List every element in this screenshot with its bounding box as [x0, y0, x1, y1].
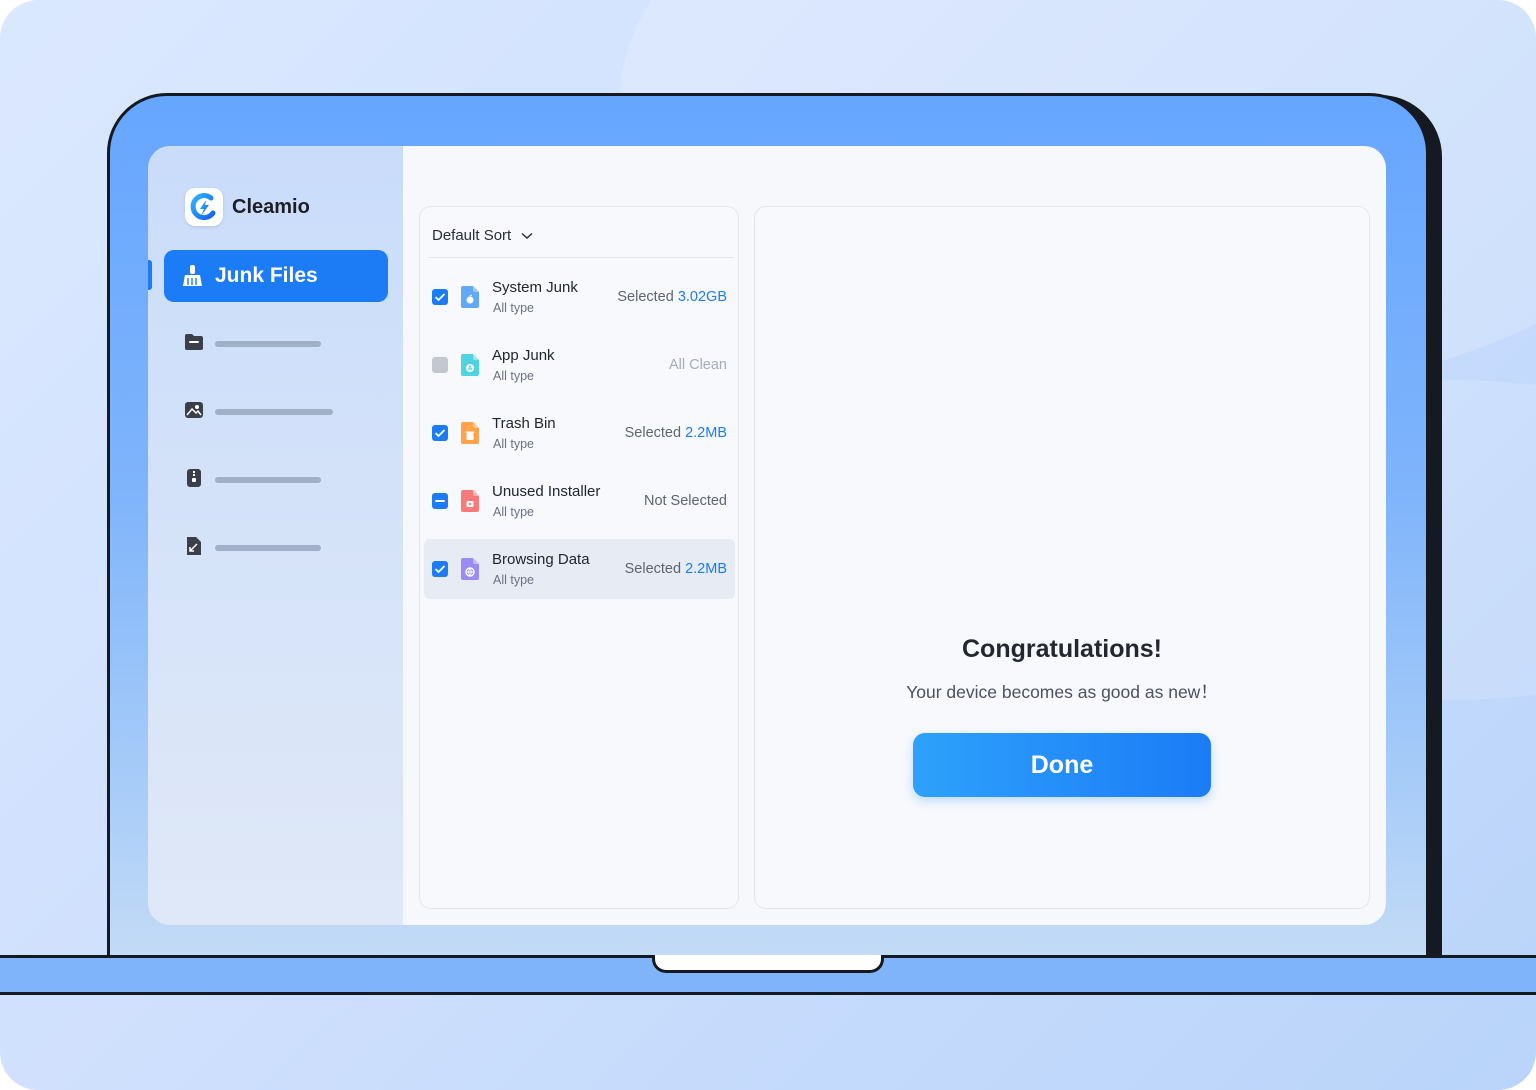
sidebar-item-label: Junk Files — [215, 264, 318, 287]
divider — [428, 257, 734, 258]
list-item-status: Not Selected — [643, 493, 727, 509]
list-item-subtitle: All type — [493, 505, 534, 519]
sort-dropdown[interactable]: Default Sort — [432, 227, 533, 244]
status-value: 2.2MB — [685, 425, 727, 441]
main-content: Default Sort System Junk All type Select… — [403, 146, 1386, 925]
apple-file-icon — [459, 285, 481, 309]
list-item-status: All Clean — [668, 357, 727, 373]
sidebar-item-archives[interactable] — [184, 468, 384, 492]
list-item-title: Trash Bin — [492, 415, 556, 432]
list-item-subtitle: All type — [493, 573, 534, 587]
list-item-subtitle: All type — [493, 437, 534, 451]
done-button[interactable]: Done — [913, 733, 1211, 797]
list-item-status: Selected 2.2MB — [625, 425, 727, 441]
laptop-notch — [652, 955, 884, 973]
placeholder-bar — [215, 409, 333, 415]
list-item-text: Unused Installer All type — [492, 483, 600, 519]
congrats-title: Congratulations! — [962, 635, 1162, 663]
sidebar-item-junk-files[interactable]: Junk Files — [164, 250, 388, 302]
placeholder-bar — [215, 341, 321, 347]
app-name: Cleamio — [232, 195, 310, 218]
status-prefix: Selected — [624, 561, 682, 577]
broom-icon — [182, 264, 204, 288]
list-item-subtitle: All type — [493, 369, 534, 383]
list-item[interactable]: Browsing Data All type Selected 2.2MB — [424, 539, 735, 599]
checkbox-checked[interactable] — [432, 561, 448, 577]
browser-file-icon — [459, 557, 481, 581]
chevron-down-icon — [521, 232, 533, 240]
sidebar-item-large-files[interactable] — [184, 536, 384, 560]
list-item-status: Selected 2.2MB — [625, 561, 727, 577]
sidebar-item-files[interactable] — [184, 332, 384, 356]
sidebar-item-photos[interactable] — [184, 400, 384, 424]
list-item-title: System Junk — [492, 279, 578, 296]
status-value: 2.2MB — [685, 561, 727, 577]
placeholder-bar — [215, 477, 321, 483]
sort-label: Default Sort — [432, 227, 512, 244]
list-item-status: Selected 3.02GB — [617, 289, 727, 305]
list-item-text: Trash Bin All type — [492, 415, 556, 451]
brand: Cleamio — [185, 188, 310, 226]
sidebar: Cleamio Junk Files — [148, 146, 403, 925]
checkbox-checked[interactable] — [432, 289, 448, 305]
installer-file-icon — [459, 489, 481, 513]
background: Cleamio Junk Files Default Sort System J… — [0, 0, 1536, 1090]
list-item[interactable]: Unused Installer All type Not Selected — [424, 471, 735, 531]
large-file-icon — [184, 536, 204, 561]
list-item-title: Browsing Data — [492, 551, 590, 568]
checkbox-indeterminate[interactable] — [432, 493, 448, 509]
list-item-text: Browsing Data All type — [492, 551, 590, 587]
zip-archive-icon — [184, 468, 204, 493]
folder-icon — [184, 332, 204, 357]
app-window: Cleamio Junk Files Default Sort System J… — [148, 146, 1386, 925]
checkbox-disabled — [432, 357, 448, 373]
list-item-title: App Junk — [492, 347, 555, 364]
active-indicator — [148, 260, 152, 290]
list-item[interactable]: App Junk All type All Clean — [424, 335, 735, 395]
junk-category-list: Default Sort System Junk All type Select… — [419, 206, 739, 909]
list-item-subtitle: All type — [493, 301, 534, 315]
list-item-text: App Junk All type — [492, 347, 555, 383]
status-prefix: Selected — [617, 289, 674, 305]
app-store-file-icon — [459, 353, 481, 377]
result-panel: Congratulations! Your device becomes as … — [754, 206, 1370, 909]
congrats-subtitle: Your device becomes as good as new！ — [906, 682, 1218, 702]
list-item-text: System Junk All type — [492, 279, 578, 315]
status-prefix: Selected — [624, 425, 682, 441]
cleamio-logo-icon — [185, 188, 223, 226]
list-item-title: Unused Installer — [492, 483, 601, 500]
checkbox-checked[interactable] — [432, 425, 448, 441]
list-item[interactable]: System Junk All type Selected 3.02GB — [424, 267, 735, 327]
photo-icon — [184, 400, 204, 425]
status-value: 3.02GB — [677, 289, 727, 305]
trash-file-icon — [459, 421, 481, 445]
placeholder-bar — [215, 545, 321, 551]
list-item[interactable]: Trash Bin All type Selected 2.2MB — [424, 403, 735, 463]
